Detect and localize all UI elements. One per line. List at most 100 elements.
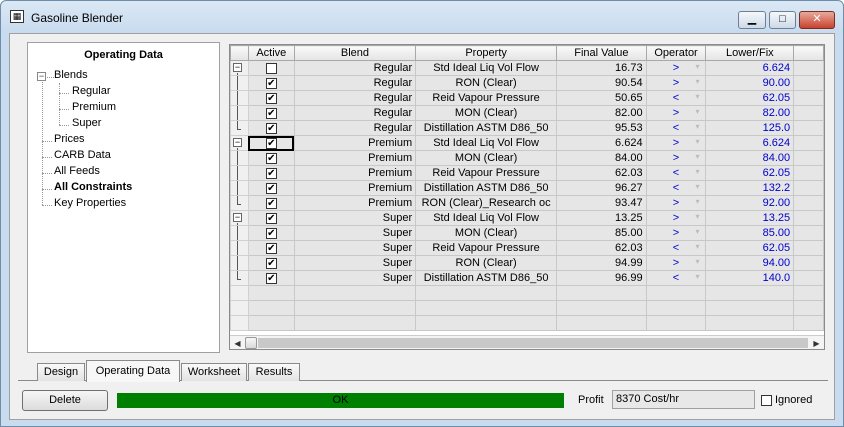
delete-button[interactable]: Delete <box>22 390 108 411</box>
operator-cell[interactable]: < ▾ <box>645 120 707 136</box>
table-row[interactable]: ✔ Premium RON (Clear)_Research oc 93.47 > ▾ 92… <box>230 195 824 211</box>
lower-fix-cell[interactable]: 125.0 <box>705 120 795 136</box>
table-row[interactable]: ✔ Regular Distillation ASTM D86_50 95.53 < ▾ 1… <box>230 120 824 136</box>
blend-cell[interactable]: Regular <box>293 120 417 136</box>
tree-item-key-properties[interactable]: Key Properties <box>54 197 126 209</box>
close-button[interactable]: ✕ <box>799 11 835 29</box>
active-cell[interactable]: ✔ <box>247 270 295 286</box>
active-checkbox[interactable]: ✔ <box>265 257 277 269</box>
scroll-right-icon[interactable]: ▶ <box>809 336 824 349</box>
blend-cell[interactable]: Premium <box>293 135 417 151</box>
table-row[interactable]: ✔ Super MON (Clear) 85.00 > ▾ 85.00 <box>230 225 824 241</box>
dropdown-caret-icon[interactable]: ▾ <box>695 272 699 281</box>
table-row[interactable]: − ✔ Premium Std Ideal Liq Vol Flow 6.624 > ▾ 6.… <box>230 135 824 151</box>
final-value-cell[interactable]: 13.25 <box>556 210 647 226</box>
dropdown-caret-icon[interactable]: ▾ <box>695 212 699 221</box>
lower-fix-cell[interactable]: 62.05 <box>705 240 795 256</box>
table-row[interactable]: − Regular Std Ideal Liq Vol Flow 16.73 > ▾ 6.6… <box>230 60 824 76</box>
dropdown-caret-icon[interactable]: ▾ <box>695 227 699 236</box>
tree-item-super[interactable]: Super <box>72 117 101 129</box>
blend-cell[interactable]: Super <box>293 225 417 241</box>
active-checkbox[interactable]: ✔ <box>265 197 277 209</box>
active-cell[interactable]: ✔ <box>247 255 295 271</box>
tab-worksheet[interactable]: Worksheet <box>181 363 247 381</box>
group-collapse-icon[interactable]: − <box>233 63 242 72</box>
lower-fix-cell[interactable]: 62.05 <box>705 90 795 106</box>
final-value-cell[interactable]: 93.47 <box>556 195 647 211</box>
active-checkbox[interactable] <box>265 62 277 74</box>
active-checkbox[interactable]: ✔ <box>265 227 277 239</box>
final-value-cell[interactable]: 50.65 <box>556 90 647 106</box>
operator-cell[interactable]: > ▾ <box>645 75 707 91</box>
final-value-cell[interactable]: 94.99 <box>556 255 647 271</box>
active-cell[interactable]: ✔ <box>247 105 295 121</box>
active-checkbox[interactable]: ✔ <box>265 107 277 119</box>
property-cell[interactable]: MON (Clear) <box>415 150 558 166</box>
lower-fix-cell[interactable]: 13.25 <box>705 210 795 226</box>
tab-design[interactable]: Design <box>37 363 85 381</box>
final-value-cell[interactable]: 85.00 <box>556 225 647 241</box>
collapse-icon[interactable]: − <box>37 72 46 81</box>
tree-item-premium[interactable]: Premium <box>72 101 116 113</box>
active-cell[interactable]: ✔ <box>247 210 295 226</box>
column-header-lower-fix[interactable]: Lower/Fix <box>705 45 795 61</box>
blend-cell[interactable]: Regular <box>293 90 417 106</box>
active-cell[interactable]: ✔ <box>247 90 295 106</box>
blend-cell[interactable]: Premium <box>293 195 417 211</box>
property-cell[interactable]: MON (Clear) <box>415 105 558 121</box>
column-header-property[interactable]: Property <box>415 45 558 61</box>
lower-fix-cell[interactable]: 90.00 <box>705 75 795 91</box>
property-cell[interactable]: RON (Clear) <box>415 255 558 271</box>
blend-cell[interactable]: Premium <box>293 150 417 166</box>
dropdown-caret-icon[interactable]: ▾ <box>695 257 699 266</box>
active-checkbox[interactable]: ✔ <box>265 272 277 284</box>
active-cell[interactable]: ✔ <box>247 120 295 136</box>
lower-fix-cell[interactable]: 62.05 <box>705 165 795 181</box>
ignored-option[interactable]: Ignored <box>761 394 812 406</box>
operator-cell[interactable]: > ▾ <box>645 135 707 151</box>
dropdown-caret-icon[interactable]: ▾ <box>695 167 699 176</box>
blend-cell[interactable]: Super <box>293 240 417 256</box>
tab-results[interactable]: Results <box>248 363 300 381</box>
blend-cell[interactable]: Super <box>293 270 417 286</box>
column-header-active[interactable]: Active <box>247 45 295 61</box>
active-checkbox[interactable]: ✔ <box>265 212 277 224</box>
property-cell[interactable]: Std Ideal Liq Vol Flow <box>415 210 558 226</box>
group-collapse-icon[interactable]: − <box>233 213 242 222</box>
final-value-cell[interactable]: 62.03 <box>556 240 647 256</box>
blend-cell[interactable]: Super <box>293 210 417 226</box>
property-cell[interactable]: RON (Clear) <box>415 75 558 91</box>
table-row[interactable]: ✔ Regular MON (Clear) 82.00 > ▾ 82.00 <box>230 105 824 121</box>
operator-cell[interactable]: < ▾ <box>645 180 707 196</box>
active-checkbox[interactable]: ✔ <box>265 242 277 254</box>
tree-item-prices[interactable]: Prices <box>54 133 85 145</box>
lower-fix-cell[interactable]: 85.00 <box>705 225 795 241</box>
operator-cell[interactable]: > ▾ <box>645 210 707 226</box>
blend-cell[interactable]: Premium <box>293 165 417 181</box>
active-cell[interactable]: ✔ <box>247 135 295 151</box>
tree-item-carb-data[interactable]: CARB Data <box>54 149 111 161</box>
active-checkbox[interactable]: ✔ <box>265 92 277 104</box>
lower-fix-cell[interactable]: 140.0 <box>705 270 795 286</box>
tree-item-blends[interactable]: Blends <box>54 69 88 81</box>
active-cell[interactable] <box>247 60 295 76</box>
property-cell[interactable]: RON (Clear)_Research oc <box>415 195 558 211</box>
column-header-final-value[interactable]: Final Value <box>556 45 647 61</box>
lower-fix-cell[interactable]: 94.00 <box>705 255 795 271</box>
property-cell[interactable]: Std Ideal Liq Vol Flow <box>415 60 558 76</box>
active-checkbox[interactable]: ✔ <box>265 182 277 194</box>
title-bar[interactable]: ▦ Gasoline Blender ▁ □ ✕ <box>1 1 843 31</box>
final-value-cell[interactable]: 96.27 <box>556 180 647 196</box>
blend-cell[interactable]: Regular <box>293 75 417 91</box>
property-cell[interactable]: Std Ideal Liq Vol Flow <box>415 135 558 151</box>
dropdown-caret-icon[interactable]: ▾ <box>695 152 699 161</box>
scroll-left-icon[interactable]: ◀ <box>230 336 245 349</box>
table-row[interactable]: ✔ Super Reid Vapour Pressure 62.03 < ▾ 62.05 <box>230 240 824 256</box>
active-checkbox[interactable]: ✔ <box>265 137 277 149</box>
tab-operating-data[interactable]: Operating Data <box>86 360 180 382</box>
operator-cell[interactable]: > ▾ <box>645 255 707 271</box>
operator-cell[interactable]: > ▾ <box>645 150 707 166</box>
active-cell[interactable]: ✔ <box>247 225 295 241</box>
active-cell[interactable]: ✔ <box>247 165 295 181</box>
dropdown-caret-icon[interactable]: ▾ <box>695 62 699 71</box>
